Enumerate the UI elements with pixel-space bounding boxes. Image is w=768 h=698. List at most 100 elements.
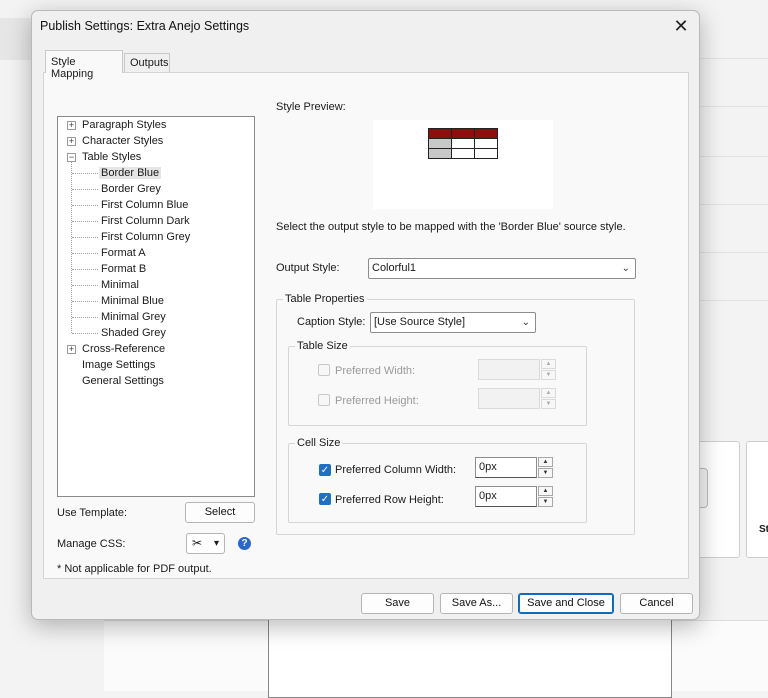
collapse-icon[interactable]: − <box>67 153 76 162</box>
preview-row <box>428 148 498 159</box>
preferred-height-input[interactable] <box>478 388 540 409</box>
background-panel <box>0 18 32 60</box>
preferred-height-label: Preferred Height: <box>335 395 419 407</box>
tree-connector <box>71 161 72 333</box>
style-preview-label: Style Preview: <box>276 101 346 113</box>
preferred-row-height-checkbox[interactable]: ✓ <box>319 493 331 505</box>
save-and-close-button[interactable]: Save and Close <box>518 593 614 614</box>
save-as-button[interactable]: Save As... <box>440 593 513 614</box>
tree-item[interactable]: Minimal Blue <box>99 293 166 309</box>
select-template-button[interactable]: Select <box>185 502 255 523</box>
preferred-width-input[interactable] <box>478 359 540 380</box>
spin-down-icon[interactable]: ▼ <box>541 399 556 409</box>
tree-item[interactable]: Cross-Reference <box>80 341 167 357</box>
preferred-row-height-spinner[interactable]: ▲ ▼ <box>538 486 553 507</box>
tree-item[interactable]: Border Grey <box>99 181 163 197</box>
preview-cell <box>474 138 498 149</box>
output-style-label: Output Style: <box>276 262 340 274</box>
preview-first-column-cell <box>428 148 452 159</box>
tree-item[interactable]: General Settings <box>80 373 166 389</box>
tree-connector <box>72 253 98 254</box>
expand-icon[interactable]: + <box>67 345 76 354</box>
preview-table <box>428 128 498 159</box>
tree-connector <box>72 237 98 238</box>
close-button[interactable]: ✕ <box>669 15 693 39</box>
preview-cell <box>451 138 475 149</box>
save-button[interactable]: Save <box>361 593 434 614</box>
expand-icon[interactable]: + <box>67 121 76 130</box>
dialog-title: Publish Settings: Extra Anejo Settings <box>40 19 250 33</box>
tree-connector <box>72 333 98 334</box>
background-divider <box>700 106 768 107</box>
use-template-label: Use Template: <box>57 507 128 519</box>
tree-item[interactable]: Format A <box>99 245 148 261</box>
tree-item-label: Minimal <box>101 279 139 291</box>
preferred-height-spinner[interactable]: ▲ ▼ <box>541 388 556 409</box>
preview-row <box>428 138 498 149</box>
tree-item[interactable]: Character Styles <box>80 133 165 149</box>
preferred-width-checkbox[interactable] <box>318 364 330 376</box>
chevron-down-icon: ⌄ <box>621 263 630 274</box>
cancel-button[interactable]: Cancel <box>620 593 693 614</box>
spin-up-icon[interactable]: ▲ <box>541 359 556 369</box>
background-card[interactable]: St <box>746 441 768 558</box>
title-bar: Publish Settings: Extra Anejo Settings ✕ <box>32 11 699 43</box>
pdf-footnote: * Not applicable for PDF output. <box>57 563 212 575</box>
spin-down-icon[interactable]: ▼ <box>541 370 556 380</box>
tree-item-label: General Settings <box>82 375 164 387</box>
tree-connector <box>72 205 98 206</box>
tree-item[interactable]: Border Blue <box>99 165 162 181</box>
tree-connector <box>72 221 98 222</box>
help-icon[interactable]: ? <box>238 537 251 550</box>
spin-up-icon[interactable]: ▲ <box>541 388 556 398</box>
caption-style-select[interactable]: [Use Source Style] ⌄ <box>370 312 536 333</box>
tree-item[interactable]: First Column Blue <box>99 197 190 213</box>
tree-item[interactable]: Shaded Grey <box>99 325 168 341</box>
background-divider <box>700 204 768 205</box>
tree-item-label: First Column Grey <box>101 231 191 243</box>
tree-item-label: Character Styles <box>82 135 164 147</box>
chevron-down-icon: ▾ <box>213 538 219 549</box>
tree-item-label: Cross-Reference <box>82 343 166 355</box>
spin-up-icon[interactable]: ▲ <box>538 486 553 496</box>
tree-item-label: Minimal Grey <box>101 311 166 323</box>
tree-item[interactable]: First Column Dark <box>99 213 192 229</box>
output-style-select[interactable]: Colorful1 ⌄ <box>368 258 636 279</box>
tree-item[interactable]: First Column Grey <box>99 229 192 245</box>
tree-item[interactable]: Image Settings <box>80 357 157 373</box>
preferred-column-width-input[interactable]: 0px <box>475 457 537 478</box>
tab-outputs[interactable]: Outputs <box>124 53 170 72</box>
preferred-width-label: Preferred Width: <box>335 365 416 377</box>
tab-style-mapping[interactable]: Style Mapping <box>45 50 123 80</box>
preferred-column-width-spinner[interactable]: ▲ ▼ <box>538 457 553 478</box>
tree-connector <box>72 301 98 302</box>
preferred-row-height-input[interactable]: 0px <box>475 486 537 507</box>
background-divider <box>700 156 768 157</box>
tree-item[interactable]: Minimal Grey <box>99 309 168 325</box>
background-card-handle <box>700 468 708 508</box>
manage-css-button[interactable]: ✂ ▾ <box>186 533 225 554</box>
tree-item[interactable]: Table Styles <box>80 149 143 165</box>
preview-header-cell <box>428 128 452 139</box>
preferred-column-width-checkbox[interactable]: ✓ <box>319 464 331 476</box>
preview-cell <box>474 148 498 159</box>
expand-icon[interactable]: + <box>67 137 76 146</box>
tree-item[interactable]: Format B <box>99 261 148 277</box>
preferred-width-spinner[interactable]: ▲ ▼ <box>541 359 556 380</box>
table-size-group <box>288 346 587 426</box>
preferred-height-checkbox[interactable] <box>318 394 330 406</box>
tree-item-label: First Column Blue <box>101 199 189 211</box>
tree-connector <box>72 269 98 270</box>
preview-header-cell <box>451 128 475 139</box>
preferred-row-height-label: Preferred Row Height: <box>335 494 444 506</box>
spin-up-icon[interactable]: ▲ <box>538 457 553 467</box>
caption-style-label: Caption Style: <box>297 316 366 328</box>
preview-cell <box>451 148 475 159</box>
spin-down-icon[interactable]: ▼ <box>538 468 553 478</box>
tree-item[interactable]: Minimal <box>99 277 141 293</box>
scissors-icon: ✂ <box>192 536 203 550</box>
table-properties-title: Table Properties <box>283 293 367 305</box>
spin-down-icon[interactable]: ▼ <box>538 497 553 507</box>
tree-item[interactable]: Paragraph Styles <box>80 117 168 133</box>
tree-connector <box>72 285 98 286</box>
